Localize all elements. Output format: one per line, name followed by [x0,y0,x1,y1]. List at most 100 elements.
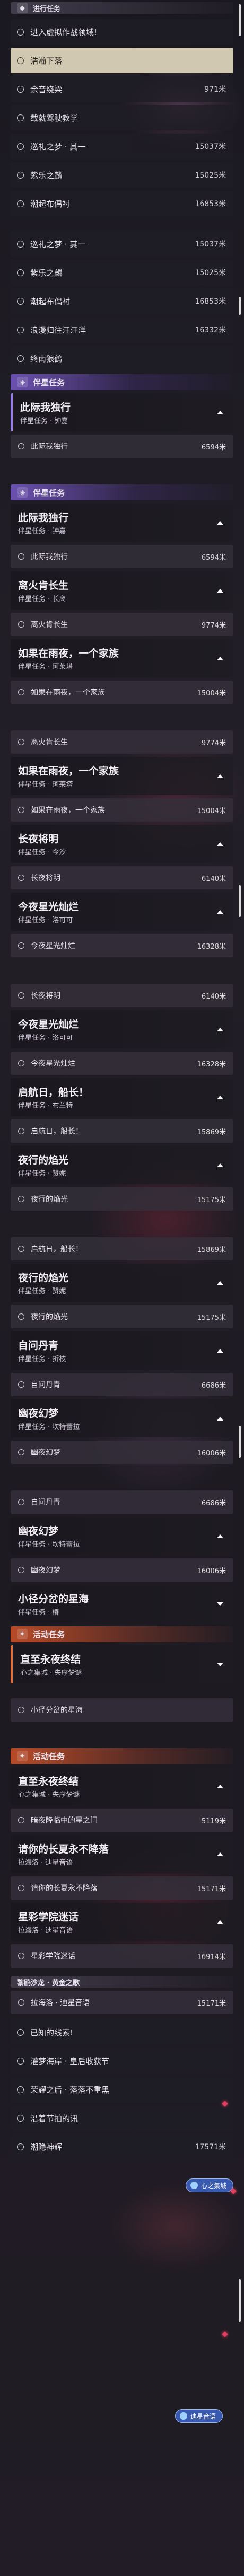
quest-step[interactable]: 小径分岔的星海 [11,1698,233,1722]
scrollbar-thumb[interactable] [239,297,241,315]
chevron-up-icon[interactable] [215,1025,225,1034]
quest-step[interactable]: 幽夜幻梦 16006米 [11,1441,233,1464]
radio-icon[interactable] [18,1885,24,1891]
radio-icon[interactable] [17,240,24,248]
quest-card[interactable]: 如果在雨夜，一个家族 伴星任务 · 珂莱塔 [11,757,233,795]
radio-icon[interactable] [18,739,24,745]
quest-step[interactable]: 夜行的焰光 15175米 [11,1187,233,1211]
quest-item-selected[interactable]: 浩瀚下落 [11,48,233,73]
radio-icon[interactable] [17,297,24,305]
radio-icon[interactable] [18,443,24,449]
chevron-up-icon[interactable] [215,1414,225,1423]
quest-card[interactable]: 幽夜幻梦 伴星任务 · 坎特蕾拉 [11,1399,233,1437]
radio-icon[interactable] [18,807,24,813]
quest-card[interactable]: 幽夜幻梦 伴星任务 · 坎特蕾拉 [11,1517,233,1555]
quest-card[interactable]: 如果在雨夜，一个家族 伴星任务 · 珂莱塔 [11,639,233,677]
quest-item[interactable]: 潮起布偶衬 16853米 [11,288,233,314]
chevron-down-icon[interactable] [215,1599,225,1609]
quest-card[interactable]: 长夜将明 伴星任务 · 今汐 [11,825,233,863]
quest-step[interactable]: 此际我独行 6594米 [11,435,233,458]
section-header-companion[interactable]: ◈ 伴星任务 [11,484,233,500]
quest-item[interactable]: 终南狼鹤 [11,346,233,371]
radio-icon[interactable] [17,326,24,333]
quest-card[interactable]: 今夜星光灿烂 伴星任务 · 洛可可 [11,1010,233,1048]
radio-icon[interactable] [18,553,24,560]
quest-step[interactable]: 长夜将明 6140米 [11,984,233,1007]
quest-step[interactable]: 离火肯长生 9774米 [11,730,233,754]
chevron-up-icon[interactable] [215,1849,225,1859]
radio-icon[interactable] [17,2057,24,2065]
quest-card[interactable]: 今夜星光灿烂 伴星任务 · 洛可可 [11,893,233,931]
chevron-up-icon[interactable] [215,1160,225,1170]
quest-step[interactable]: 今夜星光灿烂 16328米 [11,934,233,957]
radio-icon[interactable] [17,269,24,276]
radio-icon[interactable] [17,28,24,36]
radio-icon[interactable] [18,1381,24,1388]
quest-step[interactable]: 暗夜降临中的星之门 5119米 [11,1809,233,1832]
chevron-up-icon[interactable] [215,1917,225,1927]
radio-icon[interactable] [18,1196,24,1202]
chevron-up-icon[interactable] [215,1531,225,1541]
quest-item[interactable]: 载就驾驶教学 [11,105,233,130]
quest-card[interactable]: 此际我独行 伴星任务 · 钟嘉 [11,393,233,431]
quest-item[interactable]: 余音绕梁 971米 [11,76,233,102]
quest-step[interactable]: 自问丹青 6686米 [11,1490,233,1514]
quest-card[interactable]: 离火肯长生 伴星任务 · 长离 [11,571,233,610]
chevron-up-icon[interactable] [215,654,225,663]
radio-icon[interactable] [17,200,24,207]
quest-card[interactable]: 夜行的焰光 伴星任务 · 赞妮 [11,1146,233,1184]
quest-step[interactable]: 如果在雨夜，一个家族 15004米 [11,798,233,822]
radio-icon[interactable] [18,1499,24,1505]
chevron-up-icon[interactable] [215,518,225,527]
scrollbar-thumb[interactable] [239,2279,241,2322]
radio-icon[interactable] [18,1128,24,1134]
quest-item[interactable]: 巡礼之梦 · 其一 15037米 [11,231,233,257]
quest-step[interactable]: 幽夜幻梦 16006米 [11,1558,233,1582]
quest-step[interactable]: 长夜将明 6140米 [11,866,233,889]
section-header-companion[interactable]: ◈ 伴星任务 [11,374,233,390]
chevron-up-icon[interactable] [215,1092,225,1102]
quest-step[interactable]: 此际我独行 6594米 [11,545,233,568]
radio-icon[interactable] [18,1953,24,1959]
chevron-up-icon[interactable] [215,1781,225,1791]
chevron-down-icon[interactable] [215,1660,225,1669]
radio-icon[interactable] [18,992,24,999]
radio-icon[interactable] [17,114,24,121]
radio-icon[interactable] [17,2086,24,2093]
quest-card[interactable]: 星彩学院迷话 拉海洛 · 迪星音语 [11,1903,233,1941]
radio-icon[interactable] [18,1246,24,1252]
scrollbar-thumb[interactable] [239,1426,241,1458]
quest-card[interactable]: 启航日，船长！ 伴星任务 · 布兰特 [11,1078,233,1116]
chevron-up-icon[interactable] [215,839,225,849]
region-toast[interactable]: 迪星音语 [175,2409,223,2423]
quest-item[interactable]: 紫乐之麟 15025米 [11,260,233,285]
quest-step[interactable]: 启航日，船长！ 15869米 [11,1119,233,1143]
scrollbar-thumb[interactable] [239,885,241,917]
quest-step[interactable]: 自问丹青 6686米 [11,1373,233,1396]
region-toast[interactable]: 心之集城 [186,2178,234,2192]
radio-icon[interactable] [18,1449,24,1455]
quest-item[interactable]: 进入虚拟作战领域! [11,19,233,45]
chevron-up-icon[interactable] [215,1278,225,1287]
radio-icon[interactable] [18,1567,24,1573]
radio-icon[interactable] [17,171,24,179]
quest-item[interactable]: 潮隐神辉 17571米 [11,2134,233,2159]
quest-step[interactable]: 离火肯长生 9774米 [11,613,233,636]
quest-item[interactable]: 灌梦海岸 · 皇后收获节 [11,2048,233,2074]
quest-item[interactable]: 沿着节拍的讯 [11,2105,233,2131]
radio-icon[interactable] [18,1313,24,1320]
subsection-header[interactable]: 黎鸥沙龙 · 黄金之歌 [11,1976,233,1988]
quest-step[interactable]: 请你的长夏永不降落 15171米 [11,1876,233,1900]
chevron-up-icon[interactable] [215,408,225,417]
radio-icon[interactable] [18,1060,24,1066]
quest-item[interactable]: 紫乐之麟 15025米 [11,162,233,188]
radio-icon[interactable] [18,1999,24,2006]
radio-icon[interactable] [18,1707,24,1713]
quest-card[interactable]: 请你的长夏永不降落 拉海洛 · 迪星音语 [11,1835,233,1873]
radio-icon[interactable] [17,2143,24,2150]
quest-step[interactable]: 启航日，船长！ 15869米 [11,1237,233,1260]
radio-icon[interactable] [18,875,24,881]
radio-icon[interactable] [17,85,24,93]
quest-item[interactable]: 浪漫归往汪汪洋 16332米 [11,317,233,342]
quest-step[interactable]: 星彩学院迷话 16914米 [11,1944,233,1968]
